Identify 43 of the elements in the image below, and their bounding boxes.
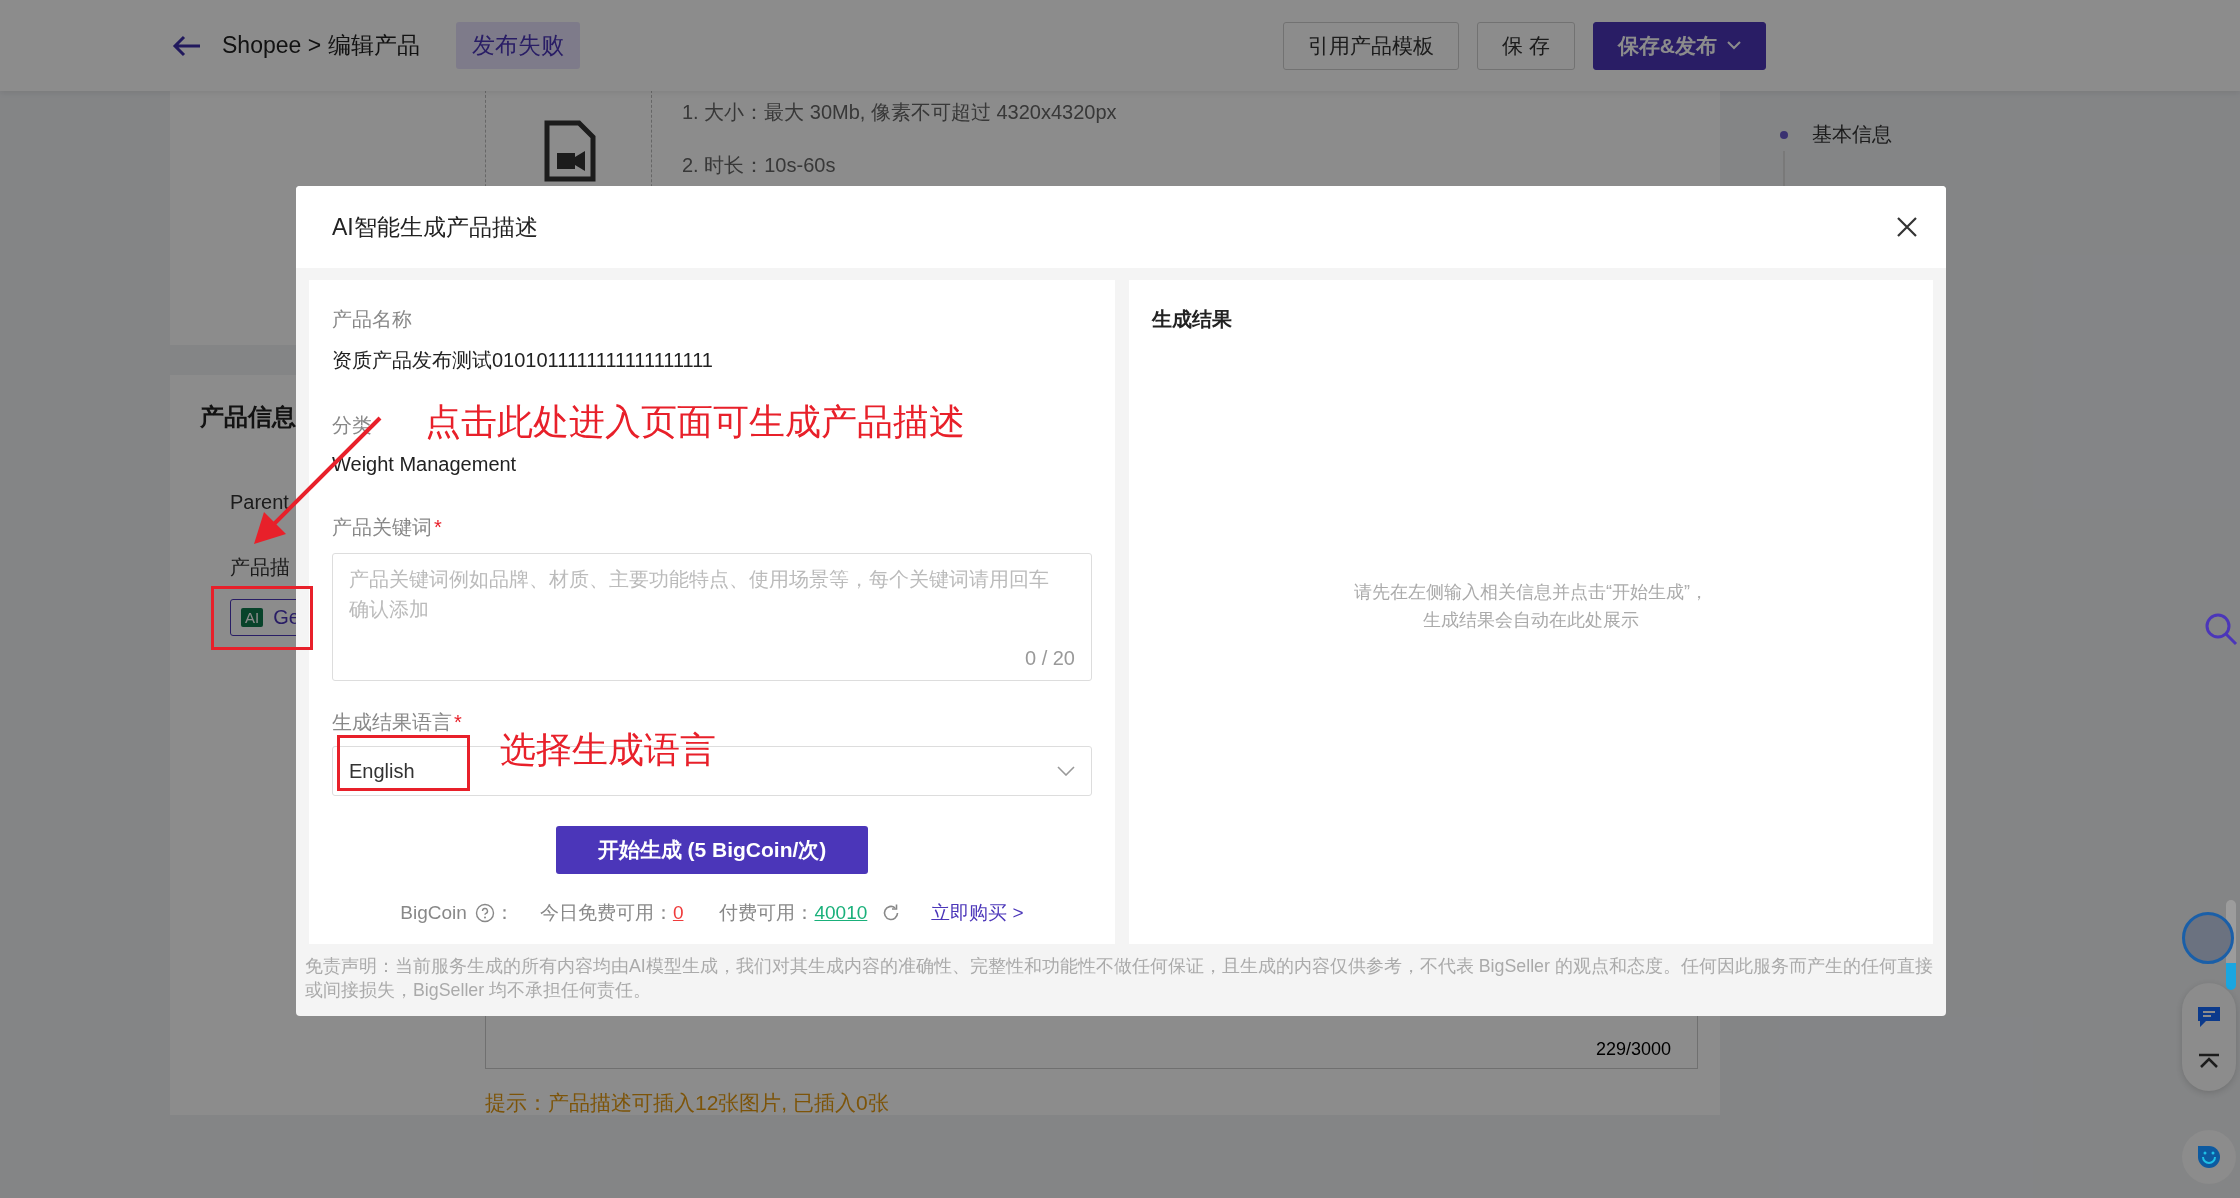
- buy-link[interactable]: 立即购买 >: [931, 900, 1024, 926]
- generate-button[interactable]: 开始生成 (5 BigCoin/次): [556, 826, 868, 874]
- field-label: 生成结果语言*: [332, 710, 462, 735]
- bigcoin-label: BigCoin: [400, 902, 467, 924]
- save-publish-button[interactable]: 保存&发布: [1592, 21, 1766, 70]
- breadcrumb: Shopee > 编辑产品: [222, 31, 420, 60]
- field-label: 产品描: [230, 555, 290, 580]
- avatar[interactable]: [2182, 912, 2234, 964]
- free-label: 今日免费可用：: [539, 901, 673, 925]
- paid-count: 40010: [814, 902, 868, 924]
- template-button[interactable]: 引用产品模板: [1283, 21, 1459, 70]
- chevron-down-icon: [1057, 766, 1075, 776]
- panel-title: 生成结果: [1152, 307, 1233, 332]
- status-badge: 发布失败: [455, 22, 580, 69]
- field-label: 产品关键词*: [332, 515, 442, 540]
- field-label: Parent: [230, 491, 290, 514]
- upload-rule: 1. 大小：最大 30Mb, 像素不可超过 4320x4320px: [682, 100, 1117, 125]
- annotation-text: 点击此处进入页面可生成产品描述: [425, 404, 965, 440]
- product-name: 资质产品发布测试0101011111111111111111: [332, 348, 714, 373]
- back-to-top-icon[interactable]: [2197, 1053, 2221, 1069]
- chat-icon[interactable]: [2196, 1005, 2222, 1029]
- save-button[interactable]: 保 存: [1477, 21, 1575, 70]
- keywords-field[interactable]: 产品关键词例如品牌、材质、主要功能特点、使用场景等，每个关键词请用回车确认添加 0 / 20: [332, 553, 1092, 681]
- smiley-icon[interactable]: [2196, 1144, 2222, 1170]
- empty-state-text: 请先在左侧输入相关信息并点击“开始生成”，: [1354, 580, 1708, 604]
- upload-rule: 2. 时长：10s-60s: [682, 153, 837, 178]
- category-value: Weight Management: [332, 453, 518, 476]
- dialog-title: AI智能生成产品描述: [332, 212, 538, 242]
- search-icon[interactable]: [2204, 612, 2238, 646]
- paid-label: 付费可用：: [719, 901, 815, 925]
- back-arrow-icon[interactable]: [172, 34, 202, 57]
- disclaimer-text: 免责声明：当前服务生成的所有内容均由AI模型生成，我们对其生成内容的准确性、完整性和功能性不做任何保证，且生成的内容仅供参考，不代表 BigSeller 的观点和态度。任何因此服务而产生的任何直接或间接损失，BigSeller 均不承担任何责任。: [304, 955, 1934, 1002]
- free-count: 0: [672, 902, 684, 924]
- help-icon[interactable]: [474, 903, 495, 923]
- close-icon[interactable]: [1896, 216, 1918, 238]
- empty-state-text: 生成结果会自动在此处展示: [1423, 608, 1639, 632]
- separator-text: ：: [494, 901, 514, 925]
- section-title: 产品信息: [200, 402, 296, 432]
- caret-icon: [1727, 41, 1741, 50]
- nav-dot: [1780, 130, 1788, 139]
- hint-text: 提示：产品描述可插入12张图片, 已插入0张: [485, 1090, 890, 1116]
- nav-item[interactable]: 基本信息: [1812, 121, 1892, 148]
- field-label: 产品名称: [332, 307, 412, 332]
